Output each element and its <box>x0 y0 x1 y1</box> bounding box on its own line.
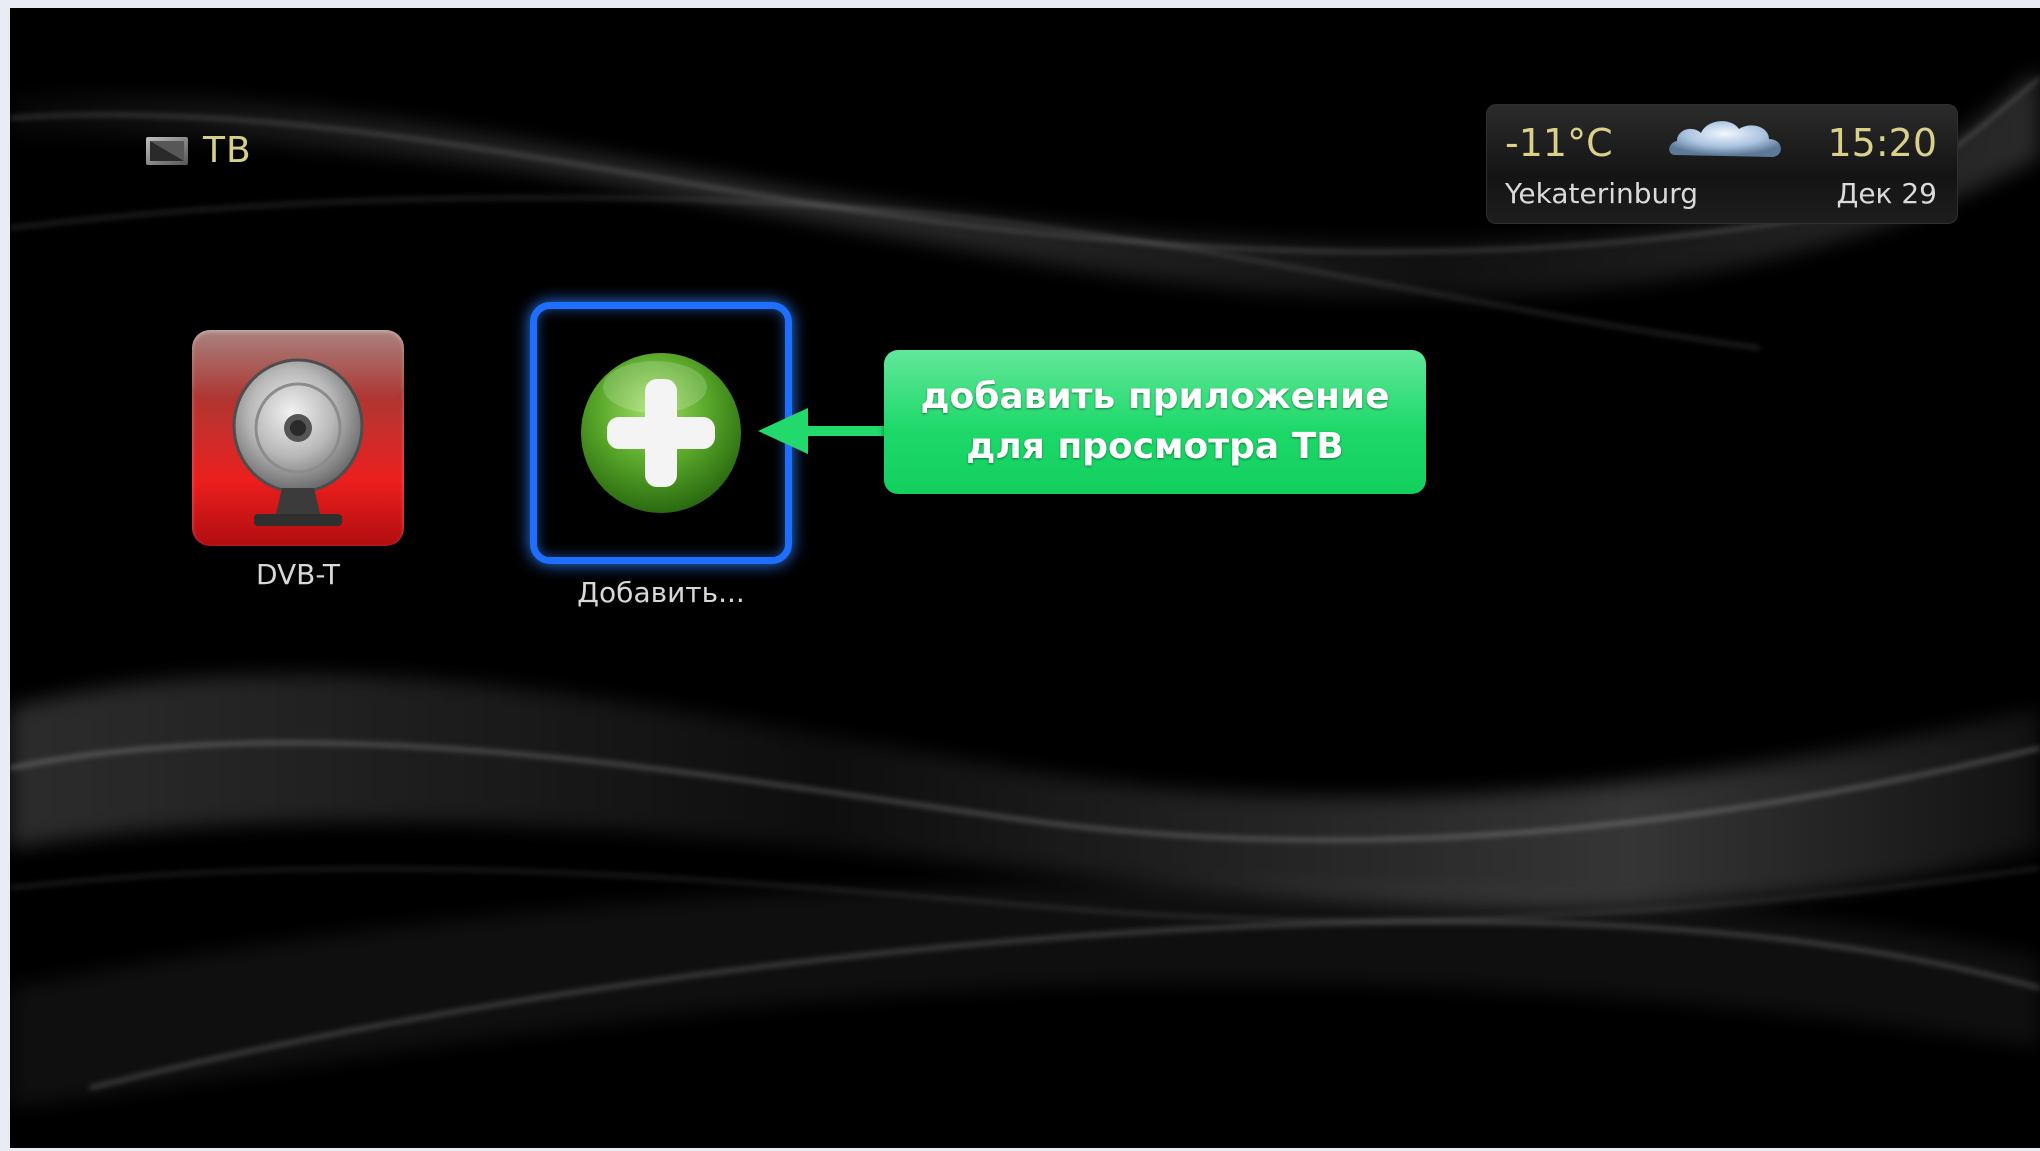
temperature: -11°C <box>1505 121 1613 165</box>
selected-app-tile[interactable] <box>530 302 792 564</box>
app-label: Добавить... <box>577 576 745 609</box>
callout-line: добавить приложение <box>920 376 1390 417</box>
weather-widget: -11°C 15:20 Yekaterinburg Дек 29 <box>1486 104 1958 224</box>
page-title: ТВ <box>203 130 252 171</box>
callout-annotation: добавить приложение для просмотра ТВ <box>884 350 1426 494</box>
callout-line: для просмотра ТВ <box>966 426 1344 467</box>
callout-arrow-icon <box>758 408 888 454</box>
app-add[interactable]: Добавить... <box>518 302 804 609</box>
cloud-icon <box>1669 121 1781 157</box>
tv-icon <box>146 136 188 165</box>
app-dvb-t[interactable]: DVB-T <box>186 330 410 591</box>
clock-time: 15:20 <box>1827 121 1937 165</box>
tv-screen: ТВ -11°C 15:20 Yekaterinburg Дек 29 DVB-… <box>10 8 2040 1148</box>
app-tile[interactable] <box>192 330 404 546</box>
antenna-icon <box>192 330 404 526</box>
plus-icon <box>581 353 741 513</box>
section-header: ТВ <box>145 130 252 171</box>
app-label: DVB-T <box>255 558 341 591</box>
current-date: Дек 29 <box>1836 177 1937 210</box>
city-name: Yekaterinburg <box>1505 177 1699 210</box>
